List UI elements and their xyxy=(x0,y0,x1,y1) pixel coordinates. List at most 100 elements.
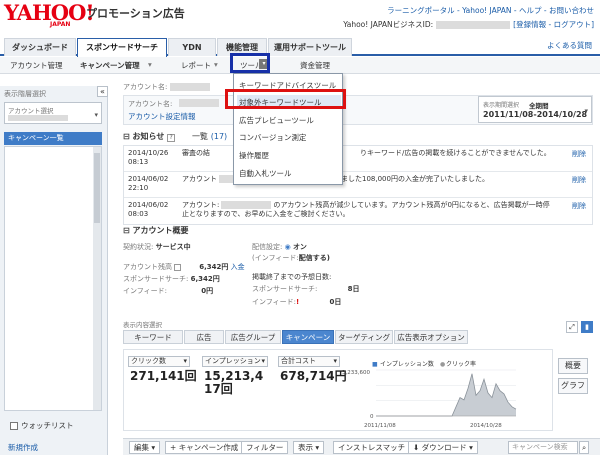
delete-link[interactable]: 削除 xyxy=(572,175,586,185)
contract-value: サービス中 xyxy=(155,243,191,251)
view-tab-ad[interactable]: 広告 xyxy=(184,330,224,344)
view-tab-campaign[interactable]: キャンペーン xyxy=(282,330,334,344)
campaign-tree[interactable] xyxy=(4,146,102,411)
notice-header: ⊟ お知らせ ? 一覧 (17) xyxy=(123,131,227,142)
metric-value: 678,714円 xyxy=(280,369,347,383)
campaign-list[interactable]: キャンペーン一覧 xyxy=(4,132,102,145)
edit-button[interactable]: 編集 ▾ xyxy=(129,441,161,454)
metric-impressions: インプレッション ▾ 15,213,417回 xyxy=(202,356,272,426)
biz-id: Yahoo! JAPANビジネスID: [登録情報 - ログアウト] xyxy=(343,19,594,30)
account-name-label-2: アカウント名: xyxy=(128,100,173,108)
collapse-icon[interactable]: ⊟ xyxy=(123,132,130,141)
display-label: 表示 xyxy=(298,443,313,452)
chevron-down-icon: ▾ xyxy=(584,107,588,115)
notice-text-a: 審査の結 xyxy=(182,149,210,157)
tab-ydn[interactable]: YDN xyxy=(168,38,216,56)
notice-text: アカウント: のアカウント残高が減少しています。アカウント残高が0円になると、広告… xyxy=(182,201,552,219)
ss-value: 6,342円 xyxy=(190,275,220,283)
subnav-account[interactable]: アカウント管理 xyxy=(10,60,63,71)
top-links[interactable]: ラーニングポータル - Yahoo! JAPAN - ヘルプ - お問い合わせ xyxy=(387,5,594,16)
menu-conversion[interactable]: コンバージョン測定 xyxy=(239,132,306,143)
watchlist-checkbox[interactable] xyxy=(10,422,18,430)
overview-button[interactable]: 概要 xyxy=(558,358,588,374)
info-icon[interactable] xyxy=(174,263,181,271)
tab-sponsored-search[interactable]: スポンサードサーチ xyxy=(77,38,167,58)
metric-select[interactable]: インプレッション ▾ xyxy=(202,356,268,367)
help-icon[interactable]: ? xyxy=(167,134,176,142)
graph-button[interactable]: グラフ xyxy=(558,378,588,394)
notice-list-link[interactable]: 一覧 xyxy=(192,132,208,141)
overview-header: ⊟ アカウント概要 xyxy=(123,225,189,236)
dropdown-arrow-icon: ▾ xyxy=(214,60,218,69)
biz-links[interactable]: [登録情報 - ログアウト] xyxy=(513,20,594,29)
scroll-thumb[interactable] xyxy=(94,153,100,223)
view-tab-keyword[interactable]: キーワード xyxy=(123,330,183,344)
menu-ad-preview[interactable]: 広告プレビューツール xyxy=(239,115,314,126)
infeed-note-label: (インフィード: xyxy=(252,254,299,262)
filter-button[interactable]: フィルター xyxy=(241,441,289,454)
chart-plot-area xyxy=(376,369,517,417)
delete-link[interactable]: 削除 xyxy=(572,201,586,211)
tab-support-tools[interactable]: 運用サポートツール xyxy=(268,38,352,56)
subnav-report[interactable]: レポート xyxy=(181,60,211,71)
metric-select[interactable]: 合計コスト ▾ xyxy=(278,356,340,367)
warning-icon: ! xyxy=(296,298,300,306)
collapse-sidebar-icon[interactable]: « xyxy=(97,86,108,97)
display-button[interactable]: 表示 ▾ xyxy=(293,441,325,454)
period-selector[interactable]: 表示期間選択 全期間 2011/11/08-2014/10/28 ▾ xyxy=(478,96,592,123)
trend-chart[interactable]: ■ インプレッション数 ● クリック率 3,233,600 0 2011/11/… xyxy=(340,358,518,430)
chevron-down-icon: ▾ xyxy=(315,443,320,452)
yahoo-logo[interactable]: YAHOO! JAPAN xyxy=(4,2,95,29)
chevron-down-icon: ▾ xyxy=(333,357,337,365)
faq-link[interactable]: よくある質問 xyxy=(547,40,592,51)
x-label-end: 2014/10/28 xyxy=(470,423,502,429)
expand-icon[interactable]: ⤢ xyxy=(566,321,578,333)
metric-label: クリック数 xyxy=(131,357,166,365)
chart-icon[interactable]: ▮ xyxy=(581,321,593,333)
deposit-link[interactable]: 入金 xyxy=(231,263,245,271)
radio-on-icon[interactable]: ◉ xyxy=(285,243,291,251)
notice-text-b: りキーワード/広告の掲載を続けることができませんでした。 xyxy=(360,149,551,157)
tab-dashboard[interactable]: ダッシュボード xyxy=(4,38,76,56)
search-button[interactable]: ⌕ xyxy=(579,441,590,454)
campaign-search-input[interactable]: キャンペーン検索 xyxy=(508,441,578,454)
create-campaign-label: キャンペーン作成 xyxy=(178,443,239,452)
view-tab-targeting[interactable]: ターゲティング xyxy=(335,330,393,344)
redacted-id xyxy=(436,21,511,29)
infeed-label: インフィード: xyxy=(123,287,168,295)
view-tab-ad-options[interactable]: 広告表示オプション xyxy=(394,330,468,344)
new-create-link[interactable]: 新規作成 xyxy=(8,442,38,453)
metric-label: インプレッション xyxy=(205,357,261,365)
chevron-down-icon: ▾ xyxy=(469,443,473,452)
menu-auto-bid[interactable]: 自動入札ツール xyxy=(239,168,292,179)
create-campaign-button[interactable]: + キャンペーン作成 xyxy=(165,441,244,454)
notice-date: 2014/10/26 08:13 xyxy=(128,149,169,166)
metric-select[interactable]: クリック数 ▾ xyxy=(128,356,190,367)
y-min-label: 0 xyxy=(370,414,374,420)
period-label: 表示期間選択 xyxy=(483,102,520,109)
subnav-budget[interactable]: 資金管理 xyxy=(300,60,330,71)
view-tab-adgroup[interactable]: 広告グループ xyxy=(225,330,281,344)
collapse-icon[interactable]: ⊟ xyxy=(123,226,130,235)
download-label: ダウンロード xyxy=(421,443,467,452)
account-settings-link[interactable]: アカウント設定情報 xyxy=(128,111,196,122)
search-placeholder: キャンペーン検索 xyxy=(512,443,568,451)
delivery-value: オン xyxy=(292,243,307,251)
notice-item: 2014/10/26 08:13 審査の結 りキーワード/広告の掲載を続けることが… xyxy=(124,146,592,172)
download-button[interactable]: ⬇ ダウンロード ▾ xyxy=(408,441,478,454)
watchlist[interactable]: ウォッチリスト xyxy=(10,420,74,431)
legend-label-2: クリック率 xyxy=(446,360,476,368)
infeed-match-button[interactable]: インストレスマッチ xyxy=(333,441,411,454)
account-select[interactable]: アカウント選択 ▾ xyxy=(4,102,102,124)
delete-link[interactable]: 削除 xyxy=(572,149,586,159)
remaining-ss-row: スポンサードサーチ: 8日 xyxy=(252,284,359,294)
subnav-campaign[interactable]: キャンペーン管理 xyxy=(80,60,140,71)
sidebar-heading: 表示階層選択 xyxy=(4,90,46,98)
remaining-label: 掲載終了までの予想日数: xyxy=(252,273,332,281)
metric-value: 271,141回 xyxy=(130,369,197,383)
notice-text-a: アカウント xyxy=(182,175,217,183)
biz-id-label: Yahoo! JAPANビジネスID: xyxy=(343,20,434,29)
menu-operation-history[interactable]: 操作履歴 xyxy=(239,150,269,161)
plus-icon: + xyxy=(170,443,177,452)
sidebar-scrollbar[interactable] xyxy=(93,147,101,410)
